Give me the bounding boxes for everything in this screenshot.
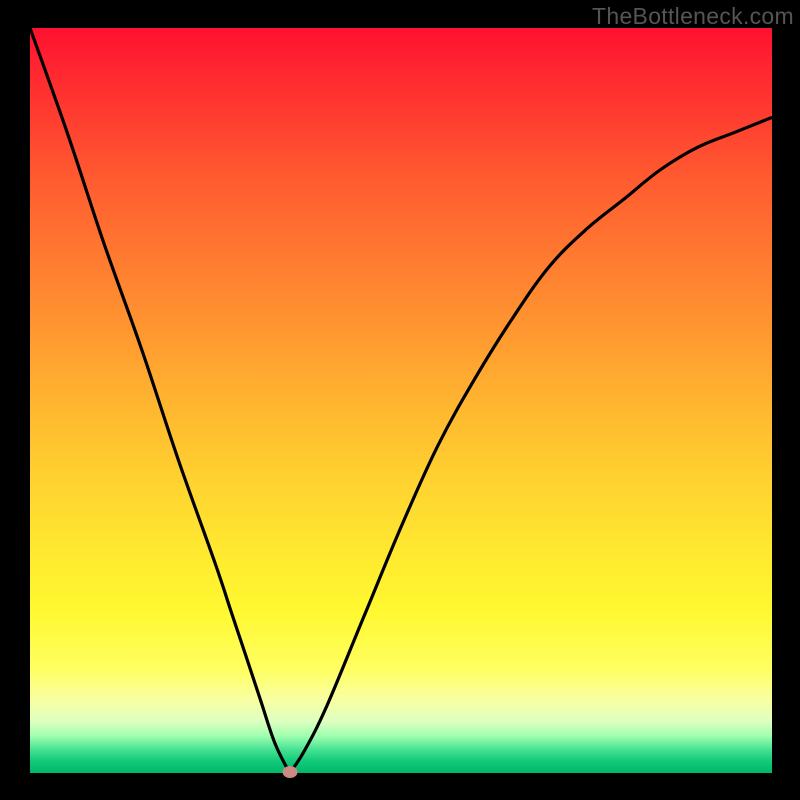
chart-marker-dot: [282, 766, 297, 778]
chart-plot-area: [30, 28, 772, 773]
chart-curve-svg: [30, 28, 772, 773]
chart-curve-path: [30, 28, 772, 773]
watermark-text: TheBottleneck.com: [592, 3, 794, 30]
